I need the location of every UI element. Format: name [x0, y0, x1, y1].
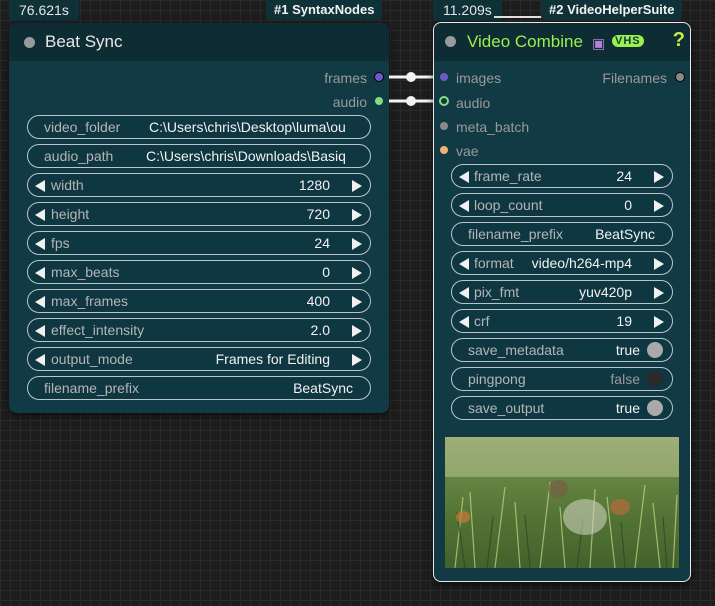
widget-value: false — [610, 371, 640, 387]
widget-label: save_output — [468, 400, 545, 416]
widget-value: true — [615, 342, 640, 358]
input-audio-slot[interactable] — [439, 96, 449, 106]
previous-option-arrow-icon[interactable] — [459, 287, 469, 299]
widget-label: format — [474, 255, 514, 271]
link-audio-midpoint — [406, 96, 416, 106]
input-images-label: images — [456, 70, 502, 86]
increment-arrow-icon[interactable] — [654, 316, 664, 328]
next-option-arrow-icon[interactable] — [654, 258, 664, 270]
widget-pingpong[interactable]: pingpong false — [451, 367, 673, 391]
input-vae-slot[interactable] — [440, 146, 448, 154]
toggle-off-indicator[interactable] — [647, 371, 663, 387]
widget-format[interactable]: format video/h264-mp4 — [451, 251, 673, 275]
widget-label: frame_rate — [474, 168, 542, 184]
widget-value: 0 — [624, 197, 632, 213]
decrement-arrow-icon[interactable] — [459, 200, 469, 212]
next-option-arrow-icon[interactable] — [654, 287, 664, 299]
widget-filename-prefix[interactable]: filename_prefix BeatSync — [451, 222, 673, 246]
widget-value: 19 — [616, 313, 632, 329]
widget-label: loop_count — [474, 197, 543, 213]
input-meta-batch-slot[interactable] — [440, 122, 448, 130]
decrement-arrow-icon[interactable] — [459, 316, 469, 328]
output-filenames-label: Filenames — [602, 70, 667, 86]
input-vae-label: vae — [456, 143, 479, 159]
input-images-slot[interactable] — [440, 73, 448, 81]
widget-label: crf — [474, 313, 490, 329]
widget-save-metadata[interactable]: save_metadata true — [451, 338, 673, 362]
widget-value: 24 — [616, 168, 632, 184]
node2-title: Video Combine — [467, 32, 583, 51]
widget-pix-fmt[interactable]: pix_fmt yuv420p — [451, 280, 673, 304]
decrement-arrow-icon[interactable] — [459, 171, 469, 183]
video-preview-thumbnail[interactable] — [445, 437, 679, 568]
widget-crf[interactable]: crf 19 — [451, 309, 673, 333]
output-filenames-slot[interactable] — [676, 73, 684, 81]
widget-value: video/h264-mp4 — [531, 255, 632, 271]
widget-frame-rate[interactable]: frame_rate 24 — [451, 164, 673, 188]
widget-label: filename_prefix — [468, 226, 563, 242]
toggle-on-indicator[interactable] — [647, 400, 663, 416]
movie-camera-icon: ▣ — [592, 35, 606, 51]
increment-arrow-icon[interactable] — [654, 200, 664, 212]
input-audio-label: audio — [456, 95, 491, 111]
widget-value: BeatSync — [595, 226, 655, 242]
widget-value: true — [615, 400, 640, 416]
widget-save-output[interactable]: save_output true — [451, 396, 673, 420]
widget-label: pix_fmt — [474, 284, 520, 300]
increment-arrow-icon[interactable] — [654, 171, 664, 183]
vhs-badge: VHS — [612, 35, 644, 47]
widget-label: save_metadata — [468, 342, 564, 358]
node2-titlebar[interactable]: Video Combine ▣ VHS ? — [434, 23, 690, 61]
input-meta-batch-label: meta_batch — [456, 119, 530, 135]
help-icon[interactable]: ? — [673, 29, 685, 52]
toggle-on-indicator[interactable] — [647, 342, 663, 358]
widget-value: yuv420p — [579, 284, 632, 300]
previous-option-arrow-icon[interactable] — [459, 258, 469, 270]
widget-label: pingpong — [468, 371, 526, 387]
link-frames-midpoint — [406, 72, 416, 82]
widget-loop-count[interactable]: loop_count 0 — [451, 193, 673, 217]
preview-grass-scene — [445, 437, 679, 568]
collapse-dot-icon[interactable] — [445, 36, 456, 47]
